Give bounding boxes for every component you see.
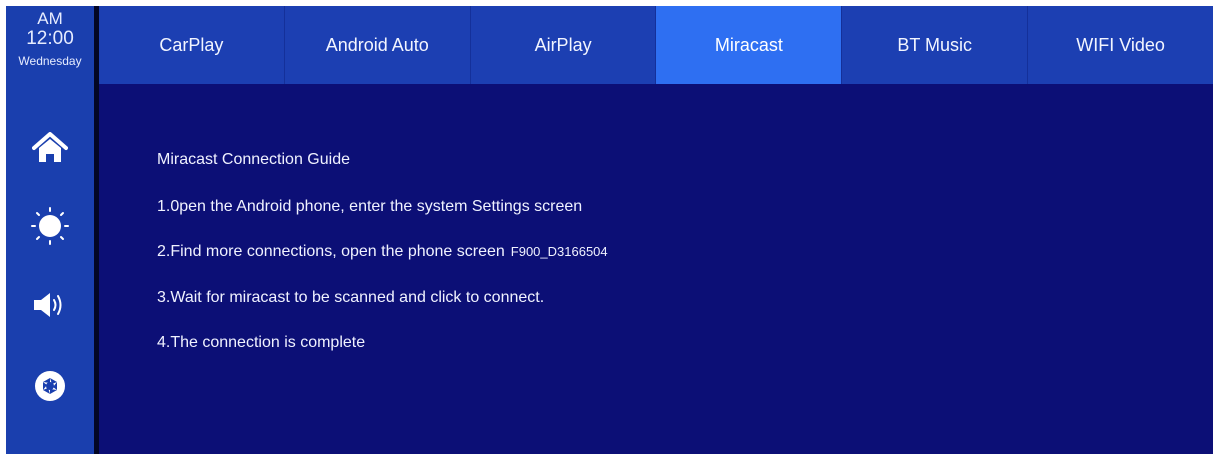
guide-step-4: 4.The connection is complete	[157, 334, 366, 351]
tab-bt-music[interactable]: BT Music	[842, 6, 1029, 84]
brightness-icon	[31, 207, 69, 245]
tab-wifi-video[interactable]: WIFI Video	[1028, 6, 1213, 84]
tab-airplay[interactable]: AirPlay	[471, 6, 657, 84]
aperture-icon	[35, 371, 65, 401]
guide-step-1: 1.0pen the Android phone, enter the syst…	[157, 198, 583, 215]
sidebar: AM 12:00 Wednesday	[6, 6, 94, 454]
tab-carplay[interactable]: CarPlay	[99, 6, 285, 84]
guide-title: Miracast Connection Guide	[157, 151, 350, 168]
home-icon	[32, 132, 68, 162]
clock-day: Wednesday	[18, 54, 82, 68]
screen: AM 12:00 Wednesday CarPlay Android Auto …	[6, 6, 1213, 454]
device-code: F900_D3166504	[510, 244, 608, 259]
clock-ampm: AM	[37, 9, 63, 28]
tab-android-auto[interactable]: Android Auto	[285, 6, 471, 84]
guide-step-2: 2.Find more connections, open the phone …	[157, 242, 608, 262]
tab-miracast[interactable]: Miracast	[656, 6, 843, 84]
guide-step-3: 3.Wait for miracast to be scanned and cl…	[157, 289, 545, 306]
clock-time: 12:00	[26, 28, 74, 49]
brightness-button[interactable]	[6, 201, 94, 251]
aperture-button[interactable]	[6, 361, 94, 411]
status-clock: AM 12:00 Wednesday	[6, 10, 94, 70]
guide-step-2-text: 2.Find more connections, open the phone …	[157, 243, 505, 260]
volume-button[interactable]	[6, 280, 94, 330]
home-button[interactable]	[6, 123, 94, 173]
tab-bar: CarPlay Android Auto AirPlay Miracast BT…	[99, 6, 1213, 84]
volume-icon	[34, 293, 62, 317]
